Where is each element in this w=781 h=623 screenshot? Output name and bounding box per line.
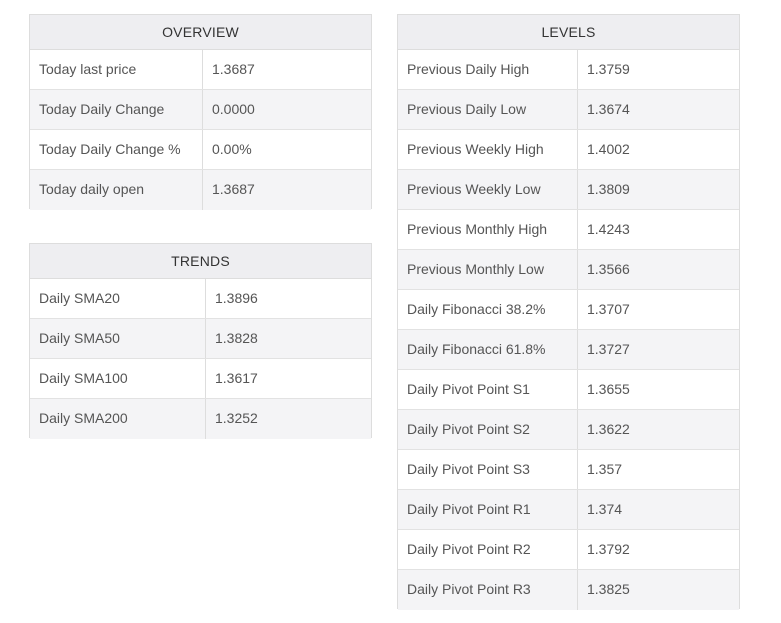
row-label: Daily SMA50 bbox=[30, 319, 206, 358]
row-label: Daily Fibonacci 38.2% bbox=[398, 290, 578, 329]
table-row: Daily Fibonacci 38.2% 1.3707 bbox=[398, 290, 739, 330]
table-row: Daily SMA200 1.3252 bbox=[30, 399, 371, 439]
row-label: Daily Pivot Point S1 bbox=[398, 370, 578, 409]
row-label: Daily SMA100 bbox=[30, 359, 206, 398]
overview-title: OVERVIEW bbox=[30, 15, 371, 50]
row-label: Today Daily Change % bbox=[30, 130, 203, 169]
row-label: Today last price bbox=[30, 50, 203, 89]
table-row: Previous Weekly Low 1.3809 bbox=[398, 170, 739, 210]
row-label: Previous Daily High bbox=[398, 50, 578, 89]
table-row: Previous Daily High 1.3759 bbox=[398, 50, 739, 90]
table-row: Previous Daily Low 1.3674 bbox=[398, 90, 739, 130]
table-row: Daily Pivot Point S3 1.357 bbox=[398, 450, 739, 490]
row-label: Previous Monthly High bbox=[398, 210, 578, 249]
row-value: 1.3655 bbox=[587, 381, 630, 397]
row-label: Daily Pivot Point S2 bbox=[398, 410, 578, 449]
table-row: Daily SMA100 1.3617 bbox=[30, 359, 371, 399]
row-value: 1.374 bbox=[587, 501, 623, 517]
row-value: 1.4243 bbox=[587, 221, 630, 237]
row-value: 1.3825 bbox=[587, 581, 630, 597]
table-row: Daily Pivot Point R3 1.3825 bbox=[398, 570, 739, 610]
table-row: Daily Pivot Point R1 1.374 bbox=[398, 490, 739, 530]
table-row: Daily Pivot Point S2 1.3622 bbox=[398, 410, 739, 450]
row-label: Previous Monthly Low bbox=[398, 250, 578, 289]
table-row: Daily SMA50 1.3828 bbox=[30, 319, 371, 359]
table-row: Daily SMA20 1.3896 bbox=[30, 279, 371, 319]
table-row: Daily Pivot Point S1 1.3655 bbox=[398, 370, 739, 410]
row-value: 1.3707 bbox=[587, 301, 630, 317]
row-value: 1.3809 bbox=[587, 181, 630, 197]
row-value: 1.4002 bbox=[587, 141, 630, 157]
table-row: Today Daily Change 0.0000 bbox=[30, 90, 371, 130]
row-label: Daily Pivot Point R1 bbox=[398, 490, 578, 529]
levels-table: LEVELS Previous Daily High 1.3759 Previo… bbox=[397, 14, 740, 610]
row-value: 1.357 bbox=[587, 461, 623, 477]
row-label: Previous Weekly Low bbox=[398, 170, 578, 209]
row-value: 0.00% bbox=[212, 141, 252, 157]
row-label: Daily SMA200 bbox=[30, 399, 206, 439]
row-value: 1.3896 bbox=[215, 290, 258, 306]
row-value: 1.3674 bbox=[587, 101, 630, 117]
row-label: Daily Fibonacci 61.8% bbox=[398, 330, 578, 369]
table-row: Today Daily Change % 0.00% bbox=[30, 130, 371, 170]
row-value: 1.3687 bbox=[212, 61, 255, 77]
row-label: Previous Daily Low bbox=[398, 90, 578, 129]
row-label: Today Daily Change bbox=[30, 90, 203, 129]
row-value: 1.3759 bbox=[587, 61, 630, 77]
row-label: Daily SMA20 bbox=[30, 279, 206, 318]
row-value: 1.3792 bbox=[587, 541, 630, 557]
row-label: Previous Weekly High bbox=[398, 130, 578, 169]
row-label: Daily Pivot Point R3 bbox=[398, 570, 578, 610]
row-value: 0.0000 bbox=[212, 101, 255, 117]
table-row: Previous Monthly High 1.4243 bbox=[398, 210, 739, 250]
trends-table: TRENDS Daily SMA20 1.3896 Daily SMA50 1.… bbox=[29, 243, 372, 439]
row-value: 1.3252 bbox=[215, 410, 258, 426]
table-row: Previous Monthly Low 1.3566 bbox=[398, 250, 739, 290]
trends-title: TRENDS bbox=[30, 244, 371, 279]
table-row: Previous Weekly High 1.4002 bbox=[398, 130, 739, 170]
table-row: Today daily open 1.3687 bbox=[30, 170, 371, 210]
levels-title: LEVELS bbox=[398, 15, 739, 50]
table-row: Today last price 1.3687 bbox=[30, 50, 371, 90]
row-value: 1.3617 bbox=[215, 370, 258, 386]
row-value: 1.3566 bbox=[587, 261, 630, 277]
row-value: 1.3687 bbox=[212, 181, 255, 197]
row-label: Today daily open bbox=[30, 170, 203, 210]
table-row: Daily Fibonacci 61.8% 1.3727 bbox=[398, 330, 739, 370]
row-value: 1.3727 bbox=[587, 341, 630, 357]
overview-table: OVERVIEW Today last price 1.3687 Today D… bbox=[29, 14, 372, 210]
table-row: Daily Pivot Point R2 1.3792 bbox=[398, 530, 739, 570]
row-value: 1.3622 bbox=[587, 421, 630, 437]
row-value: 1.3828 bbox=[215, 330, 258, 346]
row-label: Daily Pivot Point S3 bbox=[398, 450, 578, 489]
row-label: Daily Pivot Point R2 bbox=[398, 530, 578, 569]
